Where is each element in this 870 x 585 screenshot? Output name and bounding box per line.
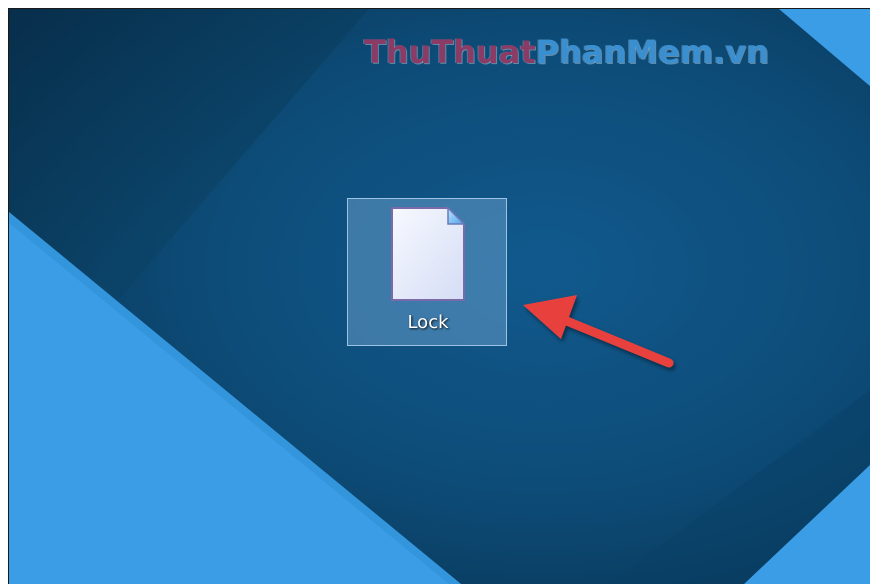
watermark-logo: ThuThuatPhanMem.vn: [364, 33, 769, 71]
desktop[interactable]: ThuThuatPhanMem.vn Lock: [8, 8, 870, 584]
screenshot-frame: ThuThuatPhanMem.vn Lock: [0, 0, 870, 585]
desktop-icon-lock[interactable]: Lock: [347, 198, 507, 346]
red-arrow-icon: [523, 295, 674, 368]
watermark-part-1: ThuThuat: [364, 33, 536, 71]
watermark-part-2: PhanMem.vn: [535, 33, 769, 71]
desktop-icon-label: Lock: [407, 312, 449, 333]
blank-text-file-icon: [391, 206, 466, 301]
